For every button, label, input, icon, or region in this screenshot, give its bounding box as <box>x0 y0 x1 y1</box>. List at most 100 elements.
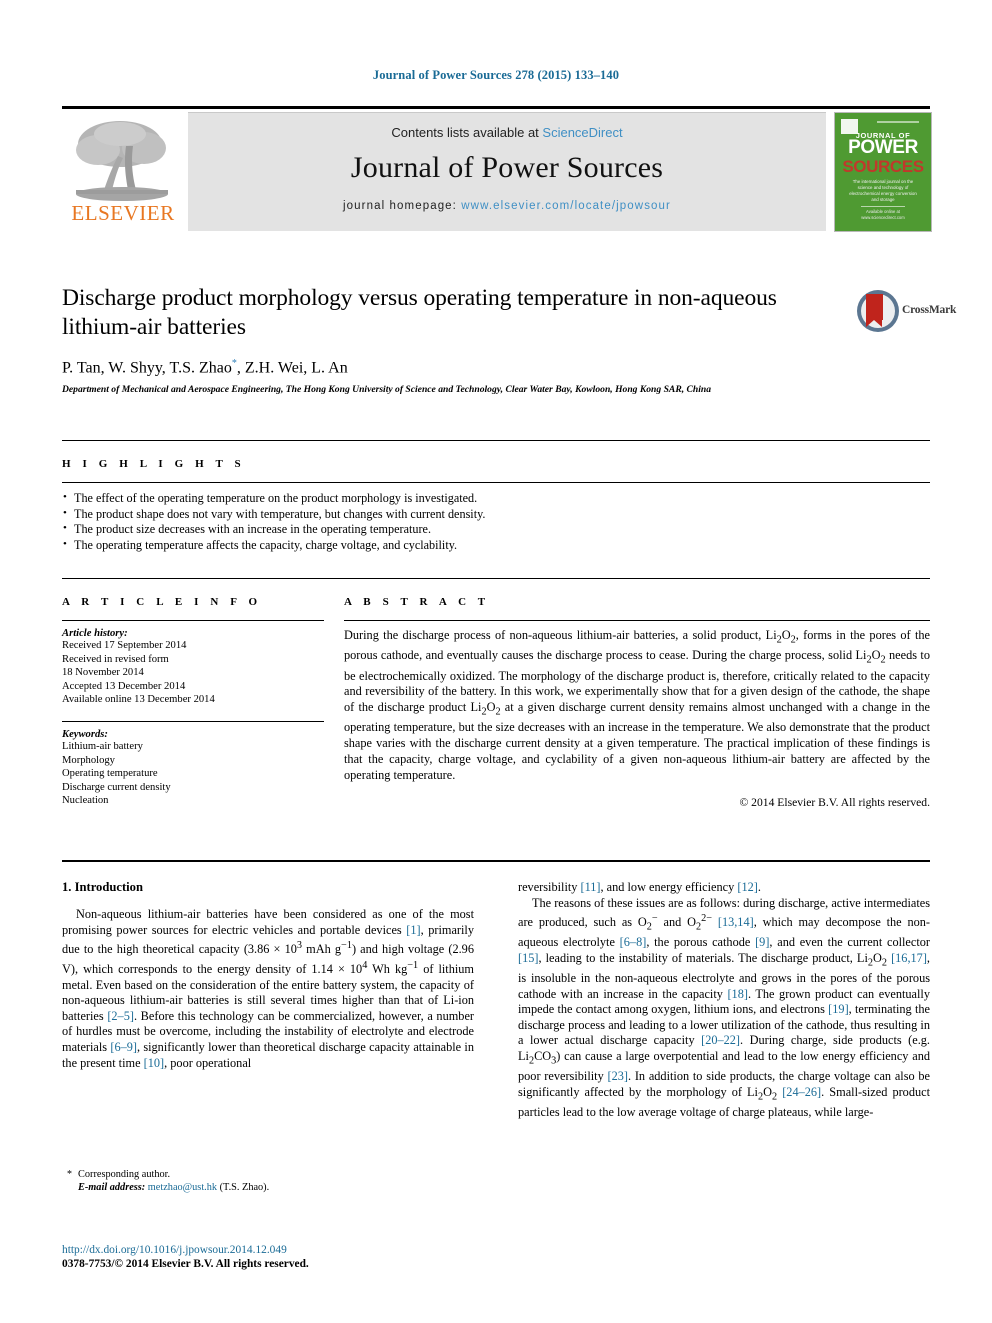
highlights-rule <box>62 482 930 483</box>
list-item: The operating temperature affects the ca… <box>62 537 930 554</box>
list-item: The product shape does not vary with tem… <box>62 506 930 523</box>
corresponding-author-marker: * <box>231 358 237 369</box>
rule-above-info <box>62 578 930 579</box>
para-seg: mAh g <box>302 942 342 957</box>
citation-link[interactable]: [19] <box>828 1002 849 1016</box>
para-seg: CO <box>534 1048 552 1063</box>
superscript: 2− <box>701 913 713 925</box>
crossmark-label: CrossMark <box>902 304 957 316</box>
contents-available-line: Contents lists available at ScienceDirec… <box>188 113 826 140</box>
elsevier-wordmark: ELSEVIER <box>71 201 175 225</box>
cover-footer-text: Available online at www.sciencedirect.co… <box>861 209 905 220</box>
keyword-item: Lithium-air battery <box>62 740 143 752</box>
para-seg: reversibility <box>518 880 581 894</box>
tree-svg <box>76 121 168 201</box>
article-info-section: A R T I C L E I N F O Article history: R… <box>62 596 324 808</box>
elsevier-tree-icon <box>68 116 176 204</box>
keyword-item: Operating temperature <box>62 768 158 780</box>
footnote-email-line: E-mail address: metzhao@ust.hk (T.S. Zha… <box>62 1181 474 1194</box>
intro-paragraph-right-2: The reasons of these issues are as follo… <box>518 896 930 1121</box>
history-line: Available online 13 December 2014 <box>62 694 215 706</box>
email-owner: (T.S. Zhao). <box>219 1182 270 1193</box>
citation-link[interactable]: [2–5] <box>107 1009 134 1023</box>
para-seg: O <box>763 1084 772 1099</box>
journal-cover-thumbnail[interactable]: JOURNAL OF POWER SOURCES The internation… <box>834 112 932 232</box>
history-line: Accepted 13 December 2014 <box>62 680 186 692</box>
contents-prefix: Contents lists available at <box>391 125 543 140</box>
intro-paragraph-right-cont: reversibility [11], and low energy effic… <box>518 880 930 896</box>
masthead-top-rule <box>62 106 930 109</box>
citation-link[interactable]: [23] <box>607 1069 628 1083</box>
paper-page: Journal of Power Sources 278 (2015) 133–… <box>0 0 992 1323</box>
highlights-label: H I G H L I G H T S <box>62 458 246 470</box>
running-head: Journal of Power Sources 278 (2015) 133–… <box>372 68 620 82</box>
keyword-item: Discharge current density <box>62 781 171 793</box>
citation-link[interactable]: [11] <box>581 880 601 894</box>
body-columns: 1. Introduction Non-aqueous lithium-air … <box>62 880 930 1170</box>
citation-link[interactable]: [24–26] <box>782 1085 821 1099</box>
cover-top-rule <box>877 121 919 123</box>
abstract-copyright: © 2014 Elsevier B.V. All rights reserved… <box>739 795 930 809</box>
email-label: E-mail address: <box>78 1182 146 1193</box>
article-history-heading: Article history: <box>62 628 128 639</box>
exponent: −1 <box>407 959 419 971</box>
citation-link[interactable]: [1] <box>406 923 420 937</box>
crossmark-badge[interactable]: CrossMark <box>857 288 956 334</box>
abstract-text: During the discharge process of non-aque… <box>344 628 930 784</box>
doi-issn-block: http://dx.doi.org/10.1016/j.jpowsour.201… <box>62 1243 474 1272</box>
title-block: Discharge product morphology versus oper… <box>62 284 852 397</box>
citation-link[interactable]: [20–22] <box>701 1033 740 1047</box>
highlights-section: H I G H L I G H T S The effect of the op… <box>62 458 930 553</box>
citation-link[interactable]: [18] <box>727 987 748 1001</box>
citation-link[interactable]: [13,14] <box>718 915 754 929</box>
cover-line-power: POWER <box>848 137 918 158</box>
keywords-rule <box>62 720 324 722</box>
para-seg: , and even the current collector <box>769 935 931 950</box>
para-seg: Wh kg <box>367 961 408 976</box>
body-column-left: 1. Introduction Non-aqueous lithium-air … <box>62 880 474 1071</box>
rule-above-highlights <box>62 440 930 441</box>
para-seg: and O <box>657 915 696 930</box>
intro-paragraph-left: Non-aqueous lithium-air batteries have b… <box>62 907 474 1071</box>
footnote-corresponding-text: Corresponding author. <box>78 1169 171 1180</box>
cover-inner: JOURNAL OF POWER SOURCES The internation… <box>839 117 927 227</box>
rule-above-body <box>62 860 930 862</box>
masthead-center-panel: Contents lists available at ScienceDirec… <box>188 112 826 231</box>
article-info-rule <box>62 620 324 621</box>
journal-homepage-line: journal homepage: www.elsevier.com/locat… <box>188 200 826 212</box>
cover-blurb: The international journal on the science… <box>849 179 917 202</box>
citation-link[interactable]: [10] <box>144 1056 165 1070</box>
exponent: −1 <box>341 940 352 952</box>
section-heading-introduction: 1. Introduction <box>62 880 143 894</box>
citation-link[interactable]: [12] <box>737 880 758 894</box>
homepage-url-link[interactable]: www.elsevier.com/locate/jpowsour <box>461 200 671 212</box>
doi-link[interactable]: http://dx.doi.org/10.1016/j.jpowsour.201… <box>62 1243 474 1257</box>
affiliation: Department of Mechanical and Aerospace E… <box>62 384 712 396</box>
para-seg: O <box>872 950 882 965</box>
email-link[interactable]: metzhao@ust.hk <box>148 1182 217 1193</box>
para-seg: , the porous cathode <box>646 935 756 950</box>
keywords-heading: Keywords: <box>62 728 108 740</box>
keyword-item: Morphology <box>62 754 115 766</box>
abstract-label: A B S T R A C T <box>344 596 490 608</box>
para-seg: , leading to the instability of material… <box>538 950 868 965</box>
author-list: P. Tan, W. Shyy, T.S. Zhao*, Z.H. Wei, L… <box>62 358 348 377</box>
abstract-rule <box>344 620 930 621</box>
citation-link[interactable]: [16,17] <box>891 951 927 965</box>
sciencedirect-link[interactable]: ScienceDirect <box>542 125 622 140</box>
asterisk-icon: * <box>67 1169 72 1180</box>
citation-link[interactable]: [6–9] <box>110 1040 137 1054</box>
cover-footer-rule <box>861 206 905 207</box>
page-title: Discharge product morphology versus oper… <box>62 285 777 340</box>
citation-link[interactable]: [6–8] <box>620 935 647 949</box>
cover-line-sources: SOURCES <box>842 157 924 176</box>
citation-link[interactable]: [15] <box>518 951 539 965</box>
issn-copyright: 0378-7753/© 2014 Elsevier B.V. All right… <box>62 1258 309 1270</box>
crossmark-bookmark-icon <box>866 294 883 327</box>
abstract-seg: O <box>781 628 791 642</box>
highlights-list: The effect of the operating temperature … <box>62 490 930 554</box>
crossmark-circle-icon <box>857 290 899 332</box>
corresponding-author-footnote: * Corresponding author. E-mail address: m… <box>62 1168 474 1194</box>
citation-link[interactable]: [9] <box>755 935 769 949</box>
para-seg: , and low energy efficiency <box>600 880 738 894</box>
